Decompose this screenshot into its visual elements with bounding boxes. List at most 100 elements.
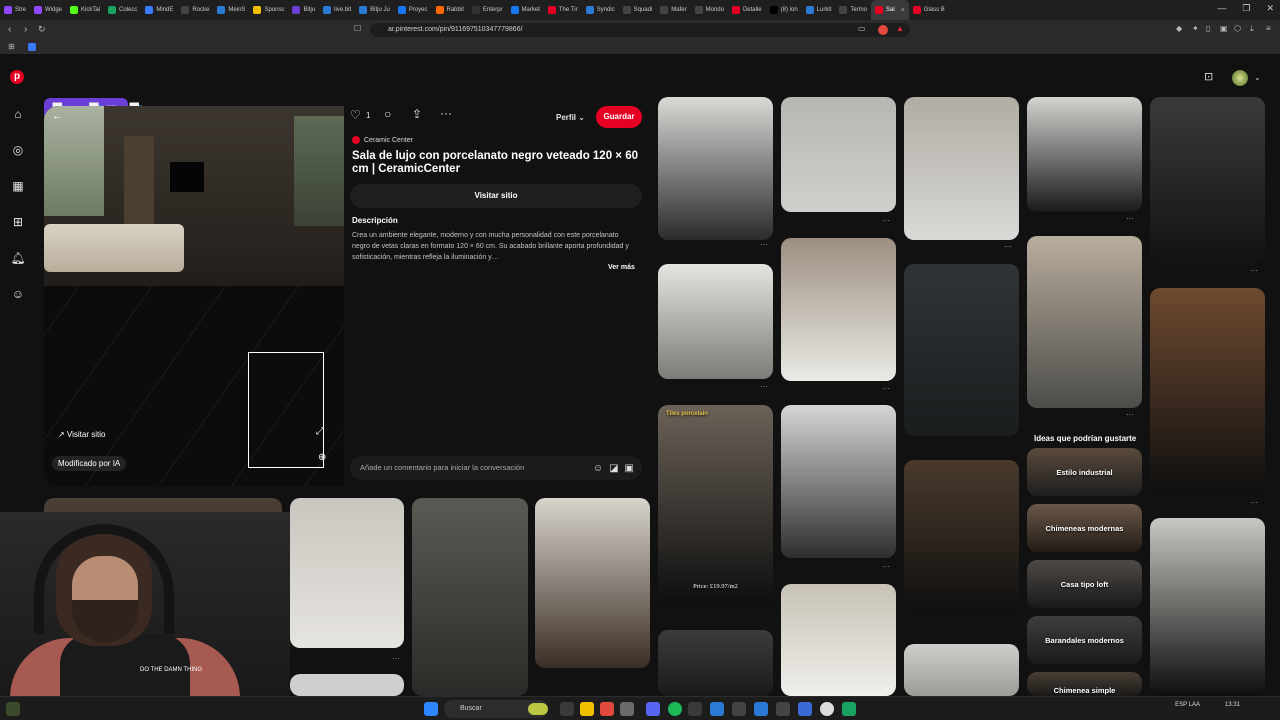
browser-tab[interactable]: The Tir xyxy=(544,0,582,20)
minimize-button[interactable]: — xyxy=(1217,3,1226,14)
browser-tab[interactable]: Bitju Ju xyxy=(355,0,394,20)
heart-icon[interactable]: ♡ xyxy=(350,108,361,122)
app-icon[interactable] xyxy=(710,702,724,716)
browser-tab[interactable]: Mafer xyxy=(656,0,690,20)
more-options-icon[interactable]: ··· xyxy=(1126,214,1134,223)
app-icon[interactable] xyxy=(754,702,768,716)
grid-pin-tile[interactable] xyxy=(1027,236,1142,408)
reload-icon[interactable]: ↻ xyxy=(38,24,46,35)
app-icon[interactable] xyxy=(688,702,702,716)
browser-tab[interactable]: Enterpr xyxy=(468,0,507,20)
back-arrow-icon[interactable]: ← xyxy=(52,110,70,128)
rewards-icon[interactable]: ▲ xyxy=(896,24,904,33)
browser-tab[interactable]: Glass B xyxy=(909,0,949,20)
account-chevron-down-icon[interactable]: ⌄ xyxy=(1254,73,1261,82)
grid-pin-tile[interactable] xyxy=(904,97,1019,240)
more-options-icon[interactable]: ··· xyxy=(440,106,452,120)
more-options-icon[interactable]: ··· xyxy=(882,384,890,393)
bookmark-favicon-icon[interactable] xyxy=(28,43,36,51)
install-app-icon[interactable]: ▭ xyxy=(858,24,866,33)
comment-icon[interactable]: ○ xyxy=(384,107,391,121)
back-arrow-icon[interactable]: ‹ xyxy=(8,24,11,35)
more-options-icon[interactable]: ··· xyxy=(1250,266,1258,275)
puzzle-icon[interactable]: ✦ xyxy=(1192,24,1199,33)
visual-search-icon[interactable]: ⊕ xyxy=(318,452,326,463)
close-tab-icon[interactable]: × xyxy=(901,7,905,14)
messages-icon[interactable]: ☺ xyxy=(10,286,26,302)
app-icon[interactable] xyxy=(620,702,634,716)
idea-tile[interactable]: Chimenea simple xyxy=(1027,672,1142,696)
browser-tab[interactable]: Proyec xyxy=(394,0,432,20)
more-options-icon[interactable]: ··· xyxy=(882,216,890,225)
notifications-bell-icon[interactable]: 🔔︎ xyxy=(10,250,26,266)
pinterest-logo-icon[interactable]: p xyxy=(10,70,26,86)
home-icon[interactable]: ⌂ xyxy=(10,106,26,122)
related-pin-tile[interactable] xyxy=(412,498,528,696)
browser-tab[interactable]: Stre xyxy=(0,0,30,20)
more-options-icon[interactable]: ··· xyxy=(1126,410,1134,419)
browser-tab[interactable]: Sponsc xyxy=(249,0,288,20)
shield-icon[interactable]: ⬡ xyxy=(1234,24,1241,33)
app-icon[interactable] xyxy=(798,702,812,716)
obs-icon[interactable] xyxy=(820,702,834,716)
grid-pin-tile[interactable] xyxy=(904,644,1019,696)
app-icon[interactable] xyxy=(842,702,856,716)
save-button[interactable]: Guardar xyxy=(596,106,642,128)
more-options-icon[interactable]: ··· xyxy=(1250,498,1258,507)
brave-shield-icon[interactable] xyxy=(878,25,888,35)
grid-pin-tile[interactable] xyxy=(658,630,773,696)
pin-image[interactable]: ← ⤢ ⊕ ↗ Visitar sitio Modificado por IA xyxy=(44,106,344,486)
grid-pin-tile[interactable] xyxy=(781,405,896,558)
see-more-link[interactable]: Ver más xyxy=(608,264,635,271)
brave-browser-icon[interactable] xyxy=(600,702,614,716)
browser-tab[interactable]: Lurkit xyxy=(802,0,836,20)
explore-icon[interactable]: ◎ xyxy=(10,142,26,158)
bookmark-icon[interactable]: ☐ xyxy=(354,24,361,33)
browser-tab[interactable]: (8) lon xyxy=(766,0,802,20)
browser-tab[interactable]: MindE xyxy=(141,0,177,20)
windows-start-icon[interactable] xyxy=(424,702,438,716)
apps-grid-icon[interactable]: ⊞ xyxy=(8,42,15,51)
app-icon[interactable] xyxy=(732,702,746,716)
app-icon[interactable] xyxy=(776,702,790,716)
browser-tab[interactable]: Bitju xyxy=(288,0,319,20)
taskbar-clock[interactable]: 13:31 xyxy=(1225,701,1240,709)
grid-pin-tile[interactable] xyxy=(781,238,896,381)
browser-tab[interactable]: live.bit xyxy=(319,0,355,20)
grid-pin-tile[interactable] xyxy=(904,264,1019,436)
browser-tab[interactable]: MeinS xyxy=(213,0,249,20)
grid-pin-tile[interactable] xyxy=(781,97,896,212)
extensions-icon[interactable]: ◆ xyxy=(1176,24,1182,33)
forward-arrow-icon[interactable]: › xyxy=(24,24,27,35)
visit-site-button[interactable]: Visitar sitio xyxy=(350,184,642,208)
boards-icon[interactable]: ▦ xyxy=(10,178,26,194)
related-pin-tile[interactable] xyxy=(290,674,404,696)
browser-tab[interactable]: Rabbit xyxy=(432,0,468,20)
grid-pin-tile[interactable]: Tiles porcelain Price: £19.97/m2 xyxy=(658,405,773,605)
wallet-icon[interactable]: ▣ xyxy=(1220,24,1228,33)
browser-tab[interactable]: Market xyxy=(507,0,544,20)
browser-tab[interactable]: Detalle xyxy=(728,0,766,20)
browser-tab[interactable]: Rocke xyxy=(177,0,213,20)
browser-tab[interactable]: Squadi xyxy=(619,0,657,20)
download-icon[interactable]: ⤓ xyxy=(1250,24,1254,34)
more-options-icon[interactable]: ··· xyxy=(760,240,768,249)
browser-tab[interactable]: Sal × xyxy=(871,0,909,20)
pin-source-board[interactable]: Ceramic Center xyxy=(352,136,413,144)
more-options-icon[interactable]: ··· xyxy=(392,654,400,663)
url-field[interactable]: ar.pinterest.com/pin/911697510347779866/ xyxy=(370,23,910,37)
maximize-button[interactable]: ❐ xyxy=(1242,3,1250,14)
browser-tab[interactable]: Termo xyxy=(835,0,871,20)
sticker-icon[interactable]: ◪ xyxy=(609,463,618,474)
file-explorer-icon[interactable] xyxy=(580,702,594,716)
profile-board-select[interactable]: Perfil ⌄ xyxy=(556,113,585,122)
browser-tab[interactable]: KickTal xyxy=(66,0,104,20)
language-indicator[interactable]: ESP LAA xyxy=(1175,701,1200,709)
related-pin-tile[interactable] xyxy=(290,498,404,648)
more-options-icon[interactable]: ··· xyxy=(760,382,768,391)
browser-tab[interactable]: Colecc xyxy=(104,0,141,20)
more-options-icon[interactable]: ··· xyxy=(882,562,890,571)
grid-pin-tile[interactable] xyxy=(1150,288,1265,494)
idea-tile[interactable]: Estilo industrial xyxy=(1027,448,1142,496)
emoji-icon[interactable]: ☺ xyxy=(593,463,603,474)
